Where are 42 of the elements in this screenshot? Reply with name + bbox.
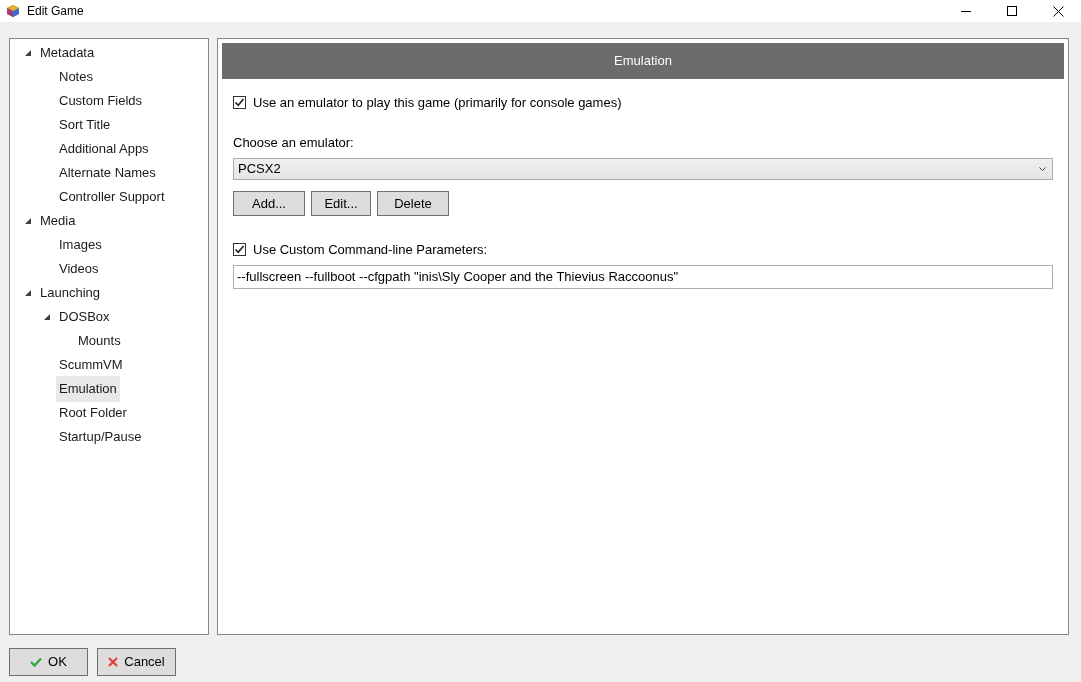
parameters-field[interactable]: --fullscreen --fullboot --cfgpath "inis\Sly Cooper and the Thievius Raccoonus" <box>233 264 1053 289</box>
expanded-triangle-icon[interactable] <box>43 314 50 320</box>
cancel-button[interactable]: Cancel <box>97 648 176 676</box>
close-icon <box>1052 5 1064 17</box>
tree-item[interactable]: Media <box>37 208 79 234</box>
tree-item[interactable]: Notes <box>56 64 96 90</box>
ok-button[interactable]: OK <box>9 648 88 676</box>
checkbox-label[interactable]: Use Custom Command-line Parameters: <box>253 240 488 260</box>
panel-header: Emulation <box>222 43 1064 79</box>
tree-item[interactable]: Images <box>56 232 105 258</box>
tree-item[interactable]: ScummVM <box>56 352 126 378</box>
checkmark-icon <box>234 244 245 256</box>
field-label: Choose an emulator: <box>233 133 355 152</box>
expanded-triangle-icon[interactable] <box>24 290 31 296</box>
tree-item[interactable]: Additional Apps <box>56 136 152 162</box>
tree-item[interactable]: Controller Support <box>56 184 168 210</box>
checkbox[interactable] <box>233 243 246 257</box>
tree-item[interactable]: Startup/Pause <box>56 424 145 450</box>
tree-item[interactable]: Launching <box>37 280 103 306</box>
expanded-triangle-icon[interactable] <box>24 50 31 56</box>
expanded-triangle-icon[interactable] <box>24 218 31 224</box>
cross-icon <box>108 657 119 667</box>
tree-item[interactable]: Metadata <box>37 40 98 66</box>
emulator-dropdown[interactable]: PCSX2 <box>233 158 1053 180</box>
window-title: Edit Game <box>27 3 84 20</box>
tree-item[interactable]: Emulation <box>56 376 120 402</box>
tree-item[interactable]: Root Folder <box>56 400 130 426</box>
tree-item[interactable]: Custom Fields <box>56 88 146 114</box>
tree-item[interactable]: DOSBox <box>56 304 113 330</box>
checkmark-icon <box>30 657 43 667</box>
checkbox[interactable] <box>233 96 246 110</box>
tree-item[interactable]: Videos <box>56 256 102 282</box>
action-button[interactable]: Delete <box>377 191 449 216</box>
action-button[interactable]: Edit... <box>311 191 371 216</box>
checkmark-icon <box>234 97 245 109</box>
dropdown-caret-icon <box>1039 167 1046 171</box>
action-button[interactable]: Add... <box>233 191 305 216</box>
tree-item[interactable]: Sort Title <box>56 112 114 138</box>
tree-item[interactable]: Mounts <box>75 328 124 354</box>
checkbox-label[interactable]: Use an emulator to play this game (primarily for console games) <box>253 93 622 113</box>
tree-item[interactable]: Alternate Names <box>56 160 159 186</box>
app-logo-icon <box>6 4 20 18</box>
